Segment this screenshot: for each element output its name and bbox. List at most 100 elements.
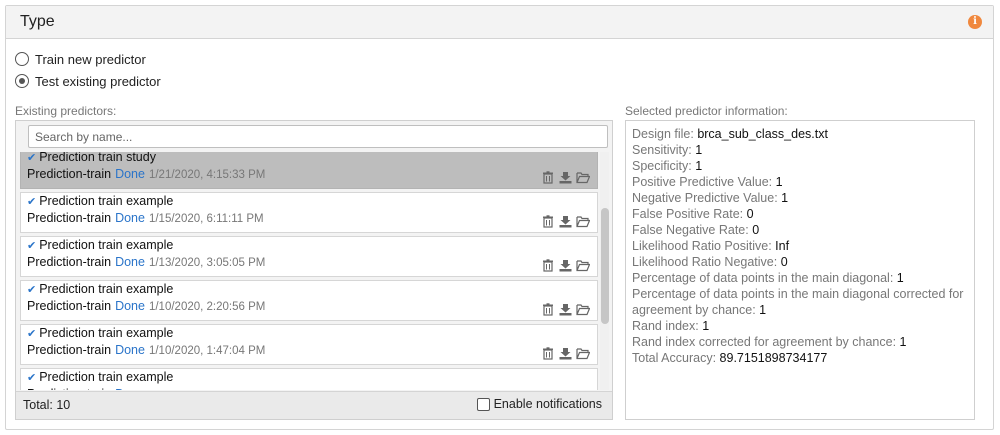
info-label: Percentage of data points in the main di… (632, 287, 964, 317)
predictor-date: 1/15/2020, 6:11:11 PM (148, 213, 264, 225)
predictor-name-text: Prediction train example (39, 370, 174, 384)
predictor-date: 1/13/2020, 3:05:05 PM (148, 257, 266, 269)
info-line: Likelihood Ratio Positive: Inf (632, 238, 968, 254)
download-icon[interactable] (559, 215, 572, 228)
info-label: Positive Predictive Value: (632, 175, 776, 189)
info-label: Percentage of data points in the main di… (632, 271, 897, 285)
info-label: Design file: (632, 127, 698, 141)
checkmark-icon: ✔ (27, 239, 37, 252)
info-label: Negative Predictive Value: (632, 191, 782, 205)
predictor-type: Prediction-train (27, 255, 112, 269)
info-line: Sensitivity: 1 (632, 142, 968, 158)
predictor-info-panel: Design file: brca_sub_class_des.txt Sensi… (625, 120, 975, 420)
predictor-status: Done (115, 211, 145, 225)
info-line: False Positive Rate: 0 (632, 206, 968, 222)
info-label: Specificity: (632, 159, 696, 173)
info-value: 0 (746, 207, 754, 221)
predictor-actions (542, 259, 590, 272)
predictor-list-item[interactable]: ✔Prediction train example Prediction-trai… (20, 192, 598, 233)
info-value: 1 (695, 143, 703, 157)
download-icon[interactable] (559, 303, 572, 316)
predictor-actions (542, 171, 590, 184)
folder-open-icon[interactable] (576, 347, 590, 360)
radio-test-existing[interactable]: Test existing predictor (15, 72, 161, 90)
info-value: 89.7151898734177 (719, 351, 828, 365)
info-label: Likelihood Ratio Negative: (632, 255, 781, 269)
download-icon[interactable] (559, 347, 572, 360)
predictor-type: Prediction-train (27, 167, 112, 181)
folder-open-icon[interactable] (576, 259, 590, 272)
predictor-meta: Prediction-train Done 1/15/2020, 6:11:11 P… (27, 211, 264, 225)
search-input[interactable] (28, 125, 608, 148)
info-icon[interactable]: i (968, 15, 982, 29)
info-label: Rand index corrected for agreement by ch… (632, 335, 900, 349)
info-value: brca_sub_class_des.txt (697, 127, 828, 141)
info-line: Percentage of data points in the main di… (632, 286, 968, 318)
info-line: Rand index: 1 (632, 318, 968, 334)
folder-open-icon[interactable] (576, 171, 590, 184)
enable-notifications-toggle[interactable]: Enable notifications (476, 397, 602, 411)
trash-icon[interactable] (542, 259, 555, 272)
info-line: Positive Predictive Value: 1 (632, 174, 968, 190)
predictor-date: 1/10/2020, 2:20:56 PM (148, 301, 266, 313)
info-line: False Negative Rate: 0 (632, 222, 968, 238)
predictor-name: ✔ Prediction train example (27, 326, 173, 340)
predictor-name-text: Prediction train study (39, 152, 156, 164)
list-footer: Total: 10 Enable notifications (16, 391, 612, 419)
predictor-list-item[interactable]: ✔Prediction train example Prediction-trai… (20, 236, 598, 277)
radio-label-test-existing: Test existing predictor (35, 73, 161, 89)
radio-train-new[interactable]: Train new predictor (15, 50, 146, 68)
predictor-name: ✔ Prediction train example (27, 194, 173, 208)
predictor-status: Done (115, 299, 145, 313)
predictor-status: Done (115, 343, 145, 357)
total-count: Total: 10 (23, 398, 71, 412)
predictor-name-text: Prediction train example (39, 282, 174, 296)
info-line: Design file: brca_sub_class_des.txt (632, 126, 968, 142)
info-line: Rand index corrected for agreement by ch… (632, 334, 968, 350)
download-icon[interactable] (559, 171, 572, 184)
panel-header: Type i (6, 6, 993, 39)
predictor-name-text: Prediction train example (39, 238, 174, 252)
predictor-date: 1/21/2020, 4:15:33 PM (148, 169, 266, 181)
predictor-name: ✔ Prediction train example (27, 282, 173, 296)
info-value: 1 (702, 319, 710, 333)
trash-icon[interactable] (542, 215, 555, 228)
info-line: Specificity: 1 (632, 158, 968, 174)
info-value: 1 (775, 175, 783, 189)
checkmark-icon: ✔ (27, 195, 37, 208)
trash-icon[interactable] (542, 303, 555, 316)
folder-open-icon[interactable] (576, 215, 590, 228)
checkmark-icon: ✔ (27, 152, 37, 164)
predictor-list-item[interactable]: ✔Prediction train example Prediction-trai… (20, 324, 598, 365)
predictor-list-item[interactable]: ✔Prediction train example Prediction-trai… (20, 368, 598, 390)
trash-icon[interactable] (542, 347, 555, 360)
info-value: 0 (752, 223, 760, 237)
predictor-list-item[interactable]: ✔Prediction train example Prediction-trai… (20, 280, 598, 321)
radio-button-test-existing[interactable] (15, 74, 29, 88)
predictor-list-item[interactable]: ✔ Prediction train study Prediction-train D… (20, 152, 598, 189)
notifications-label: Enable notifications (493, 397, 602, 411)
predictor-name-text: Prediction train example (39, 326, 174, 340)
folder-open-icon[interactable] (576, 303, 590, 316)
predictor-meta: Prediction-train Done 1/13/2020, 3:05:05 P… (27, 255, 265, 269)
predictor-status: Done (115, 387, 145, 390)
selected-predictor-label: Selected predictor information: (625, 104, 788, 118)
predictor-actions (542, 215, 590, 228)
predictor-type: Prediction-train (27, 211, 112, 225)
predictor-name-text: Prediction train example (39, 194, 174, 208)
download-icon[interactable] (559, 259, 572, 272)
info-line: Percentage of data points in the main di… (632, 270, 968, 286)
scrollbar[interactable] (600, 152, 609, 390)
info-value: Inf (775, 239, 790, 253)
predictor-meta: Prediction-train Done 1/10/2020, 2:20:56 P… (27, 299, 265, 313)
notifications-checkbox[interactable] (476, 397, 490, 411)
info-value: 1 (759, 303, 767, 317)
checkmark-icon: ✔ (27, 327, 37, 340)
predictor-meta: Prediction-train Done (27, 387, 149, 390)
trash-icon[interactable] (542, 171, 555, 184)
checkmark-icon: ✔ (27, 371, 37, 384)
predictor-items: ✔ Prediction train study Prediction-train D… (20, 152, 600, 390)
predictor-list: ✔Prediction train studyPrediction-trainD… (15, 120, 613, 420)
scrollbar-thumb[interactable] (601, 208, 609, 324)
radio-button-train-new[interactable] (15, 52, 29, 66)
